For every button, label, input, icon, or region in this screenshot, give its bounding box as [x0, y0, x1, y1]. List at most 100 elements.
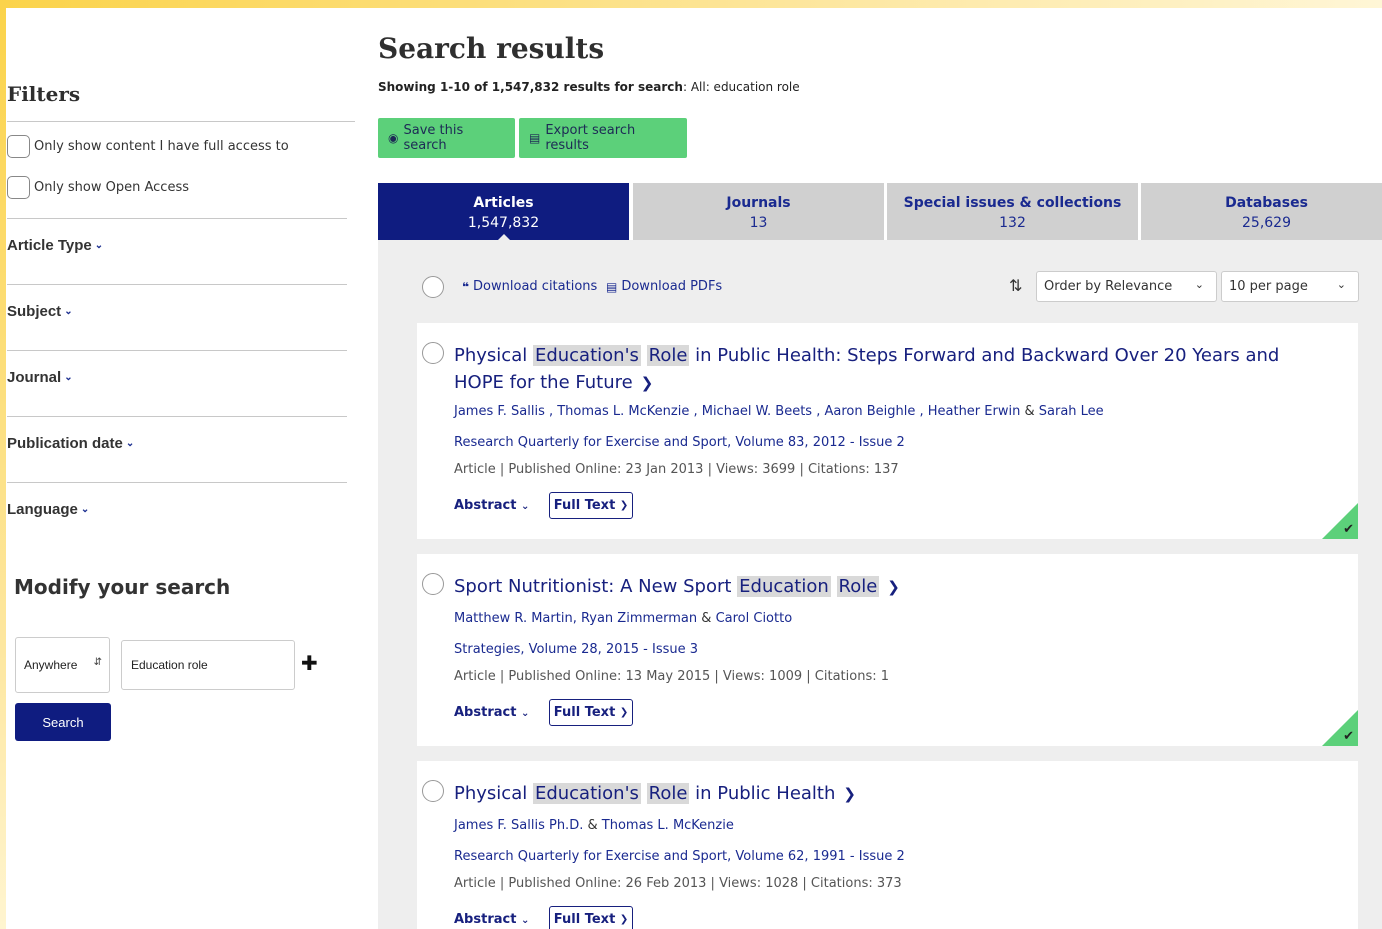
- full-access-filter[interactable]: Only show content I have full access to: [7, 135, 289, 158]
- author-last: Carol Ciotto: [715, 611, 793, 626]
- facet-label: Article Type: [7, 237, 92, 254]
- sort-icon: ⇅: [1009, 276, 1023, 295]
- save-search-label: Save this search: [403, 123, 464, 153]
- abstract-label: Abstract: [454, 912, 517, 927]
- tab-label: Journals: [726, 195, 791, 211]
- tab-special-issues[interactable]: Special issues & collections 132: [887, 183, 1138, 240]
- full-text-button[interactable]: Full Text ❯: [549, 492, 633, 519]
- left-accent-bar: [0, 0, 6, 929]
- result-select-radio[interactable]: [422, 342, 444, 364]
- chevron-down-icon: ⌄: [1336, 278, 1346, 291]
- facet-label: Subject: [7, 303, 62, 320]
- chevron-down-icon: ⌄: [80, 504, 90, 515]
- download-pdfs-link[interactable]: ▤ Download PDFs: [606, 279, 722, 294]
- chevron-right-icon: ❯: [887, 578, 900, 596]
- facet-subject[interactable]: Subject ⌄: [7, 284, 347, 350]
- full-text-button[interactable]: Full Text ❯: [549, 906, 633, 929]
- author-last: Thomas L. McKenzie: [601, 818, 734, 833]
- tab-count: 13: [749, 215, 768, 231]
- open-access-filter[interactable]: Only show Open Access: [7, 176, 189, 199]
- results-summary-count: Showing 1-10 of 1,547,832 results for se…: [378, 80, 683, 94]
- tab-databases[interactable]: Databases 25,629: [1141, 183, 1382, 240]
- abstract-toggle[interactable]: Abstract ⌄: [454, 498, 529, 513]
- full-text-label: Full Text: [553, 705, 616, 720]
- open-access-checkbox[interactable]: [7, 176, 30, 199]
- save-search-button[interactable]: ◉ Save this search: [378, 118, 515, 158]
- chevron-right-icon: ❯: [619, 500, 629, 511]
- chevron-down-icon: ⌄: [520, 501, 530, 512]
- filters-heading: Filters: [7, 82, 81, 106]
- tab-journals[interactable]: Journals 13: [633, 183, 884, 240]
- result-title-link[interactable]: Physical Education's Role in Public Heal…: [454, 342, 1334, 397]
- result-select-radio[interactable]: [422, 573, 444, 595]
- full-text-button[interactable]: Full Text ❯: [549, 699, 633, 726]
- chevron-down-icon: ⌄: [125, 438, 135, 449]
- result-title-link[interactable]: Physical Education's Role in Public Heal…: [454, 780, 1334, 808]
- title-part: Physical: [454, 783, 533, 804]
- search-term-value: Education role: [131, 658, 208, 672]
- title-part: [641, 345, 647, 366]
- search-term-input[interactable]: Education role: [121, 640, 295, 690]
- result-meta: Article | Published Online: 13 May 2015 …: [454, 669, 889, 684]
- result-select-radio[interactable]: [422, 780, 444, 802]
- result-journal-link[interactable]: Research Quarterly for Exercise and Spor…: [454, 849, 905, 864]
- facet-label: Journal: [7, 369, 62, 386]
- add-term-icon[interactable]: ✚: [301, 651, 318, 675]
- tab-label: Databases: [1225, 195, 1308, 211]
- per-page-value: 10 per page: [1229, 279, 1308, 294]
- facet-journal[interactable]: Journal ⌄: [7, 350, 347, 416]
- facet-language[interactable]: Language ⌄: [7, 482, 347, 548]
- title-part: Physical: [454, 345, 533, 366]
- author-list: James F. Sallis Ph.D.: [454, 818, 584, 833]
- chevron-down-icon: ⌄: [94, 240, 104, 251]
- search-scope-select[interactable]: Anywhere ⇵: [15, 637, 110, 693]
- export-results-button[interactable]: ▤ Export search results: [519, 118, 687, 158]
- search-button[interactable]: Search: [15, 703, 111, 741]
- chevron-right-icon: ❯: [619, 707, 629, 718]
- download-citations-link[interactable]: ❝ Download citations: [462, 279, 597, 294]
- results-summary-query: : All: education role: [682, 80, 800, 94]
- full-text-label: Full Text: [553, 912, 616, 927]
- result-card: Physical Education's Role in Public Heal…: [417, 323, 1358, 539]
- chevron-right-icon: ❯: [619, 914, 629, 925]
- tab-articles[interactable]: Articles 1,547,832: [378, 183, 629, 241]
- per-page-select[interactable]: 10 per page ⌄: [1221, 271, 1359, 302]
- tab-label: Special issues & collections: [903, 195, 1122, 211]
- quote-icon: ❝: [462, 279, 470, 294]
- title-part: [831, 576, 837, 597]
- abstract-toggle[interactable]: Abstract ⌄: [454, 912, 529, 927]
- tab-count: 1,547,832: [467, 215, 540, 231]
- download-pdfs-label: Download PDFs: [621, 279, 723, 294]
- chevron-down-icon: ⌄: [520, 915, 530, 926]
- facet-publication-date[interactable]: Publication date ⌄: [7, 416, 347, 482]
- result-authors[interactable]: James F. Sallis Ph.D. & Thomas L. McKenz…: [454, 818, 734, 833]
- tab-count: 132: [999, 215, 1026, 231]
- abstract-label: Abstract: [454, 705, 517, 720]
- chevron-down-icon: ⌄: [64, 306, 73, 317]
- result-journal-link[interactable]: Strategies, Volume 28, 2015 - Issue 3: [454, 642, 698, 657]
- title-part: in Public Health: [689, 783, 836, 804]
- order-by-select[interactable]: Order by Relevance ⌄: [1036, 271, 1217, 302]
- result-meta: Article | Published Online: 26 Feb 2013 …: [454, 876, 902, 891]
- full-access-checkbox[interactable]: [7, 135, 30, 158]
- title-highlight: Role: [646, 345, 690, 366]
- chevron-down-icon: ⌄: [1194, 278, 1204, 291]
- author-list: James F. Sallis , Thomas L. McKenzie , M…: [454, 404, 1021, 419]
- title-part: [641, 783, 647, 804]
- facet-article-type[interactable]: Article Type ⌄: [7, 218, 347, 284]
- select-all-radio[interactable]: [422, 276, 444, 298]
- results-summary: Showing 1-10 of 1,547,832 results for se…: [378, 80, 800, 94]
- filters-sidebar: Filters Only show content I have full ac…: [7, 0, 357, 929]
- result-title-link[interactable]: Sport Nutritionist: A New Sport Educatio…: [454, 573, 1334, 601]
- author-ampersand: &: [1024, 404, 1035, 419]
- result-journal-link[interactable]: Research Quarterly for Exercise and Spor…: [454, 435, 905, 450]
- title-highlight: Education's: [532, 345, 641, 366]
- title-part: Sport Nutritionist: A New Sport: [454, 576, 738, 597]
- page-title: Search results: [378, 32, 605, 65]
- title-highlight: Role: [646, 783, 690, 804]
- result-authors[interactable]: Matthew R. Martin, Ryan Zimmerman & Caro…: [454, 611, 792, 626]
- download-citations-label: Download citations: [473, 279, 598, 294]
- export-results-label: Export search results: [545, 123, 636, 153]
- result-authors[interactable]: James F. Sallis , Thomas L. McKenzie , M…: [454, 404, 1104, 419]
- abstract-toggle[interactable]: Abstract ⌄: [454, 705, 529, 720]
